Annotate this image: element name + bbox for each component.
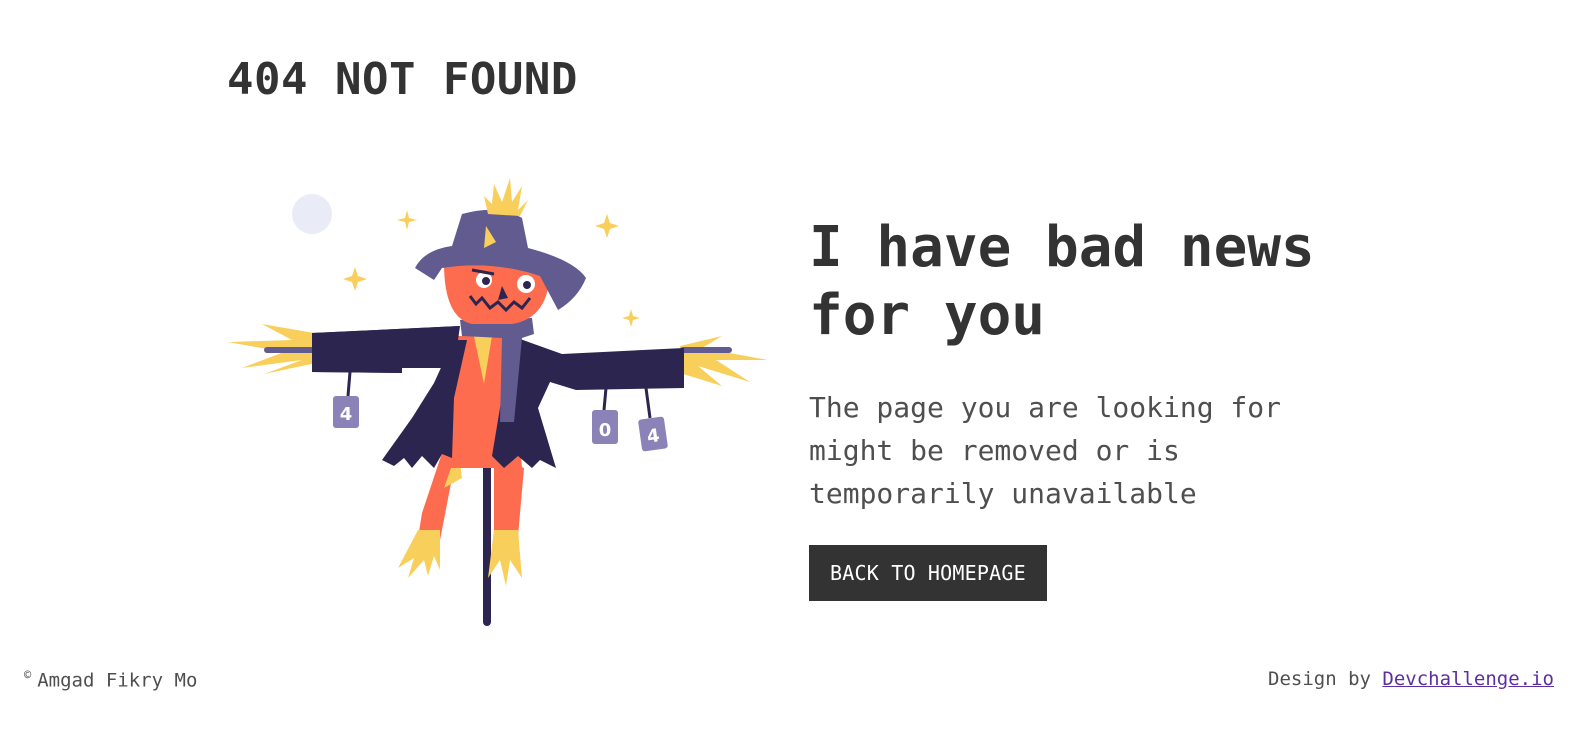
sparkle-icon: [595, 214, 619, 238]
page: 404 NOT FOUND 4 0 4 I have bad news for …: [0, 0, 1576, 748]
sparkle-icon: [397, 210, 417, 230]
straw-right-hand: [680, 336, 768, 386]
moon-shape: [292, 194, 332, 234]
back-to-homepage-button[interactable]: BACK TO HOMEPAGE: [809, 545, 1047, 601]
sparkle-icon: [343, 267, 367, 291]
straw-tuft: [484, 178, 528, 216]
sparkle-icon: [622, 309, 640, 327]
design-prefix: Design by: [1268, 668, 1383, 690]
footer-credit: Design by Devchallenge.io: [1268, 668, 1554, 690]
straw-right-foot: [488, 530, 522, 586]
devchallenges-link[interactable]: Devchallenge.io: [1382, 668, 1554, 690]
headline: I have bad news for you: [809, 215, 1315, 348]
footer-copyright: © Amgad Fikry Mo: [24, 668, 197, 691]
scarecrow-illustration: 4 0 4: [228, 178, 768, 626]
content-panel: I have bad news for you The page you are…: [809, 214, 1369, 601]
copyright-symbol: ©: [24, 668, 32, 682]
error-message: The page you are looking for might be re…: [809, 391, 1282, 510]
site-title: 404 NOT FOUND: [227, 54, 578, 105]
straw-left-foot: [398, 530, 440, 578]
can-left-label: 4: [340, 404, 353, 425]
author-name: Amgad Fikry Mo: [37, 669, 198, 692]
can-middle-label: 0: [599, 420, 612, 441]
